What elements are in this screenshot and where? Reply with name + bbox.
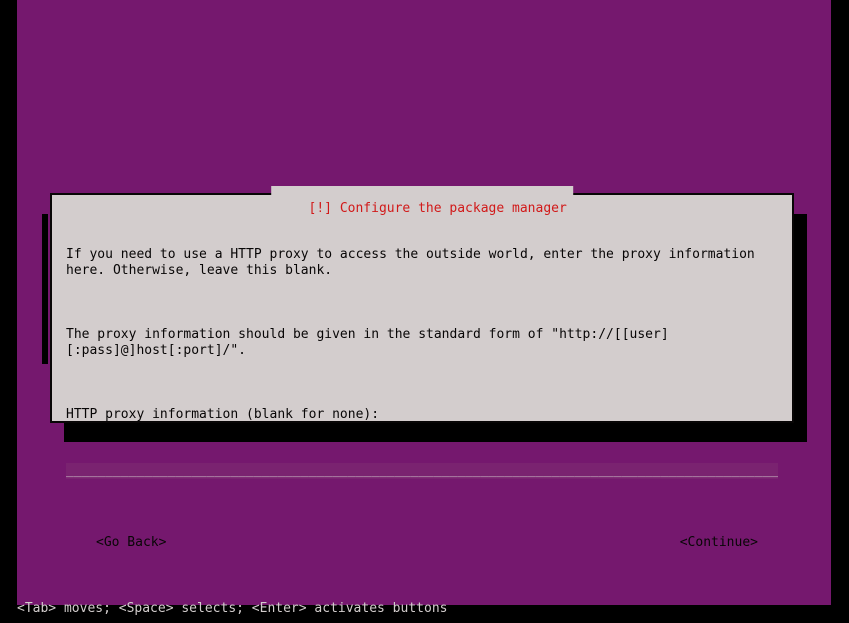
- dialog-title-text: [!] Configure the package manager: [309, 201, 567, 216]
- help-bar: <Tab> moves; <Space> selects; <Enter> ac…: [17, 601, 447, 616]
- dialog-paragraph-1: If you need to use a HTTP proxy to acces…: [66, 247, 778, 279]
- proxy-input[interactable]: ________________________________________…: [66, 463, 778, 479]
- dialog-button-row: <Go Back> <Continue>: [66, 535, 778, 551]
- go-back-button[interactable]: <Go Back>: [96, 535, 166, 551]
- dialog-body: If you need to use a HTTP proxy to acces…: [52, 195, 792, 597]
- dialog-title: [!] Configure the package manager: [271, 186, 573, 231]
- configure-package-manager-dialog: [!] Configure the package manager If you…: [50, 193, 794, 423]
- proxy-prompt-label: HTTP proxy information (blank for none):: [66, 407, 778, 423]
- continue-button[interactable]: <Continue>: [680, 535, 758, 551]
- dialog-paragraph-2: The proxy information should be given in…: [66, 327, 778, 359]
- dialog-shadow-fragment: [42, 214, 48, 364]
